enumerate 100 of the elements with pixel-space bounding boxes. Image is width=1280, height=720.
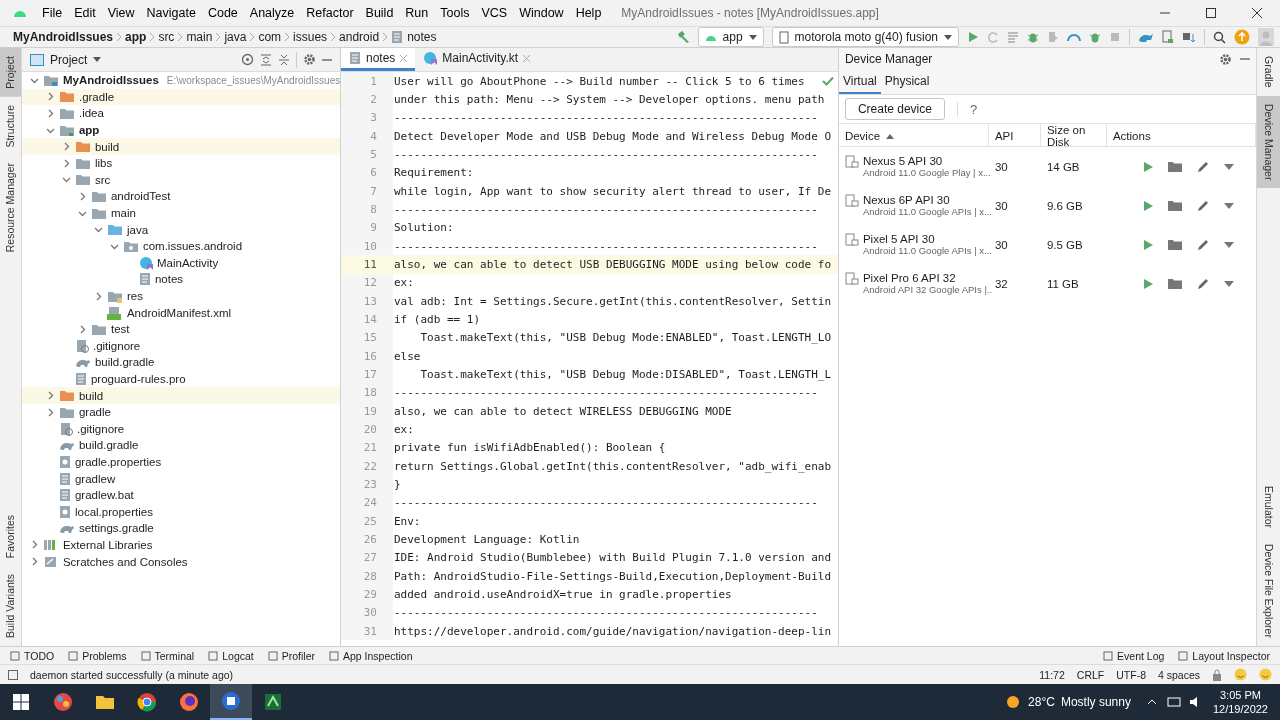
smiley-icon[interactable]	[1259, 668, 1272, 681]
folder-icon[interactable]	[1168, 200, 1183, 211]
tool-window-button[interactable]: Event Log	[1103, 649, 1165, 662]
device-manager-icon[interactable]	[1162, 30, 1174, 44]
menu-item[interactable]: Edit	[68, 4, 102, 22]
status-item[interactable]: CRLF	[1076, 668, 1105, 681]
breadcrumb-item[interactable]: app	[122, 30, 150, 44]
tree-item[interactable]: MainActivity	[21, 254, 340, 272]
help-button[interactable]: ?	[956, 101, 978, 117]
tool-window-button[interactable]: App Inspection	[329, 649, 413, 662]
close-icon[interactable]	[1252, 8, 1262, 18]
tool-window-tab[interactable]: Gradle	[1257, 48, 1280, 96]
tree-item[interactable]: libs	[21, 154, 340, 172]
tool-window-tab[interactable]: Build Variants	[0, 566, 21, 646]
bug-icon[interactable]	[1027, 31, 1039, 43]
bug-icon[interactable]	[1089, 31, 1101, 43]
menu-item[interactable]: Run	[399, 4, 435, 22]
tree-item[interactable]: src	[21, 171, 340, 189]
tree-item[interactable]: .gitignore	[21, 420, 340, 438]
tree-item[interactable]: main	[21, 204, 340, 222]
tool-window-button[interactable]: Profiler	[267, 649, 315, 662]
device-dropdown[interactable]: motorola moto g(40) fusion	[771, 27, 959, 47]
breadcrumb-item[interactable]: main	[183, 30, 216, 44]
status-item[interactable]: 11:72	[1039, 668, 1065, 681]
breadcrumb-item[interactable]: com	[255, 30, 285, 44]
caret-icon[interactable]	[1224, 280, 1235, 287]
menu-item[interactable]: Refactor	[300, 4, 360, 22]
tree-item[interactable]: notes	[21, 271, 340, 288]
tree-item[interactable]: External Libraries	[21, 536, 340, 554]
breadcrumb-item[interactable]: issues	[290, 30, 331, 44]
folder-icon[interactable]	[1168, 239, 1183, 250]
tree-item[interactable]: app	[21, 121, 340, 139]
maximize-icon[interactable]	[1206, 8, 1216, 18]
run-icon[interactable]	[1143, 199, 1154, 212]
lock-icon[interactable]	[1212, 668, 1222, 681]
tree-item[interactable]: MyAndroidIssues E:\workspace_issues\MyAndroidIssues	[21, 72, 340, 89]
tree-item[interactable]: .gradle	[21, 88, 340, 106]
menu-item[interactable]: Tools	[434, 4, 476, 22]
hammer-icon[interactable]	[675, 30, 690, 44]
menu-item[interactable]: VCS	[475, 4, 514, 22]
breadcrumb-item[interactable]: MyAndroidIssues	[10, 30, 117, 44]
tree-item[interactable]: build.gradle	[21, 354, 340, 371]
caret-icon[interactable]	[1224, 202, 1235, 209]
status-item[interactable]: UTF-8	[1116, 668, 1146, 681]
breadcrumb-item[interactable]: src	[155, 30, 178, 44]
tool-window-button[interactable]: Logcat	[208, 649, 254, 662]
tree-item[interactable]: gradle	[21, 403, 340, 421]
tree-item[interactable]: build	[21, 387, 340, 404]
run-icon[interactable]	[1143, 238, 1154, 251]
pencil-icon[interactable]	[1197, 277, 1210, 290]
tree-item[interactable]: build	[21, 138, 340, 155]
create-device-button[interactable]: Create device	[844, 98, 945, 120]
editor-tab[interactable]: notes	[340, 48, 416, 71]
gauge-icon[interactable]	[1067, 31, 1081, 43]
search-icon[interactable]	[1213, 30, 1226, 44]
tree-item[interactable]: .idea	[21, 105, 340, 122]
caret-icon[interactable]	[1224, 163, 1235, 170]
locate-icon[interactable]	[240, 53, 254, 66]
tree-item[interactable]: local.properties	[21, 503, 340, 521]
tool-window-tab[interactable]: Project	[0, 48, 21, 97]
breadcrumb-item[interactable]: android	[336, 30, 383, 44]
taskbar-clock[interactable]: 3:05 PM 12/19/2022	[1212, 688, 1268, 716]
tree-item[interactable]: settings.gradle	[21, 520, 340, 537]
tree-item[interactable]: gradlew	[21, 470, 340, 487]
tool-window-button[interactable]: Problems	[68, 649, 127, 662]
tree-item[interactable]: .gitignore	[21, 337, 340, 355]
run-icon[interactable]	[967, 31, 979, 43]
tool-window-tab[interactable]: Device Manager	[1257, 95, 1280, 188]
pencil-icon[interactable]	[1197, 160, 1210, 173]
tree-item[interactable]: proguard-rules.pro	[21, 370, 340, 388]
tree-item[interactable]: java	[21, 221, 340, 238]
expand-all-icon[interactable]	[259, 53, 272, 66]
tree-item[interactable]: Scratches and Consoles	[21, 553, 340, 570]
menu-item[interactable]: View	[101, 4, 141, 22]
pencil-icon[interactable]	[1197, 238, 1210, 251]
chevron-up-icon[interactable]	[1146, 699, 1157, 705]
menu-item[interactable]: File	[36, 4, 69, 22]
run-icon[interactable]	[1143, 277, 1154, 290]
menu-item[interactable]: Help	[569, 4, 608, 22]
tree-item[interactable]: build.gradle	[21, 437, 340, 454]
editor-tab[interactable]: MainActivity.kt	[415, 48, 539, 71]
tool-window-tab[interactable]: Emulator	[1257, 478, 1280, 537]
device-tab[interactable]: Physical	[880, 70, 934, 94]
folder-icon[interactable]	[1168, 278, 1183, 289]
panel-title[interactable]: Project	[49, 52, 88, 67]
tree-item[interactable]: AndroidManifest.xml	[21, 304, 340, 321]
tool-window-button[interactable]: Terminal	[140, 649, 195, 662]
tool-window-tab[interactable]: Device File Explorer	[1257, 536, 1280, 646]
taskbar-app[interactable]	[210, 684, 252, 720]
network-icon[interactable]	[1166, 696, 1181, 708]
windows-start-icon[interactable]	[13, 694, 29, 710]
tool-window-button[interactable]: TODO	[10, 649, 55, 662]
collapse-all-icon[interactable]	[277, 53, 290, 66]
status-item[interactable]: 4 spaces	[1157, 668, 1200, 681]
smiley-icon[interactable]	[1234, 668, 1247, 681]
caret-icon[interactable]	[1224, 241, 1235, 248]
tree-item[interactable]: com.issues.android	[21, 237, 340, 255]
tree-item[interactable]: gradle.properties	[21, 453, 340, 471]
folder-icon[interactable]	[1168, 161, 1183, 172]
settings-icon[interactable]	[1219, 52, 1233, 66]
